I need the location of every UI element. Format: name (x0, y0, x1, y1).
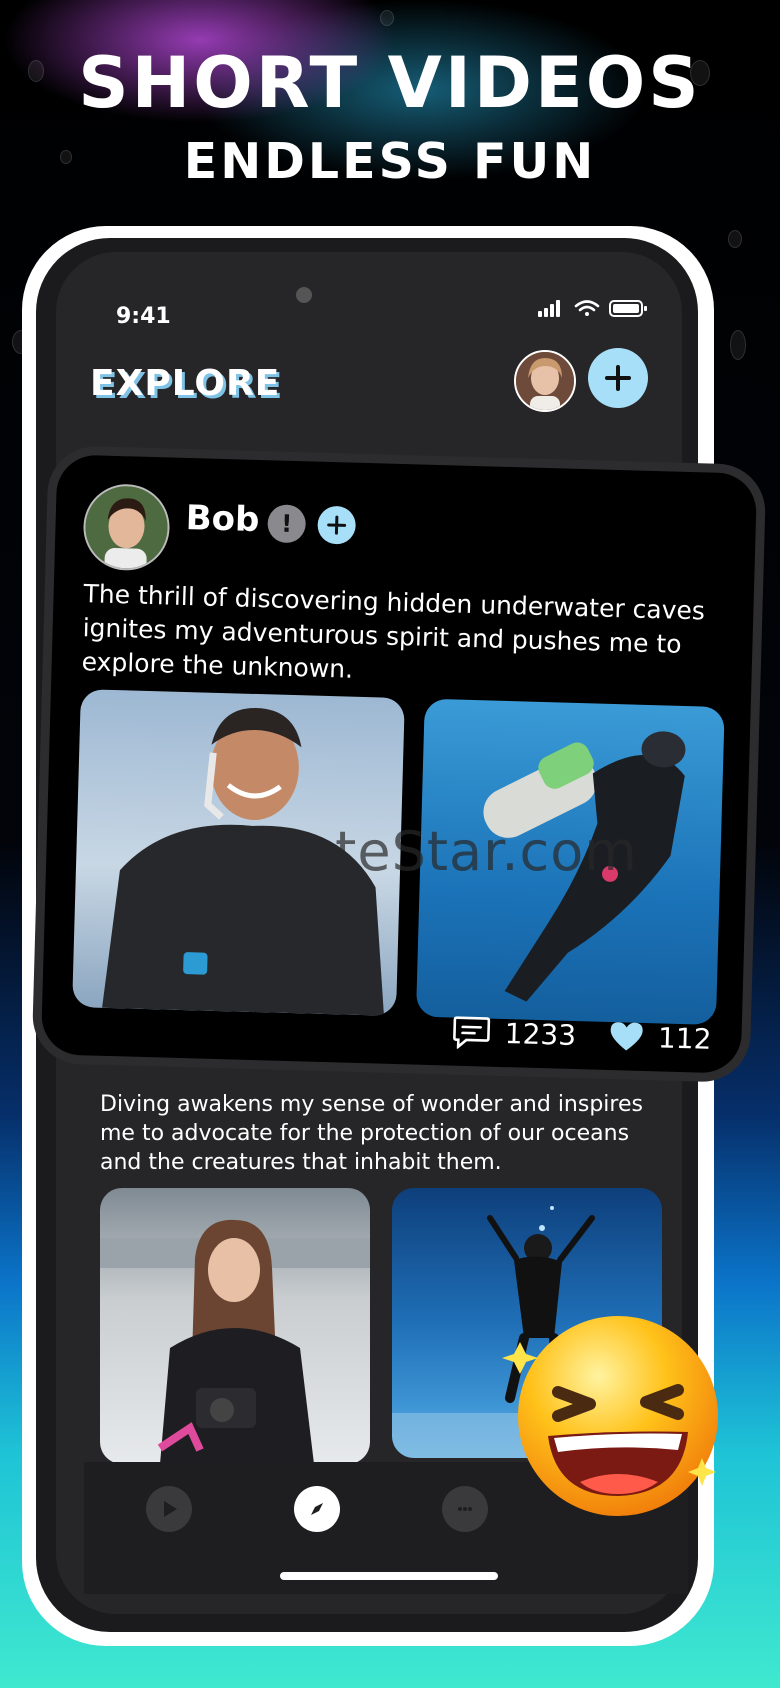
tab-explore[interactable] (294, 1486, 340, 1532)
home-indicator (280, 1572, 498, 1580)
author-name[interactable]: Bob (185, 498, 260, 540)
follow-button[interactable] (317, 505, 357, 545)
diver-woman-image (100, 1219, 370, 1464)
author-avatar-image (84, 485, 169, 572)
tab-videos[interactable] (146, 1486, 192, 1532)
likes-count: 112 (657, 1020, 712, 1056)
compass-icon (311, 1503, 323, 1515)
water-drop (380, 10, 394, 26)
chat-icon (458, 1507, 472, 1511)
status-time: 9:41 (116, 304, 171, 329)
plus-icon (605, 365, 631, 391)
battery-icon (609, 300, 647, 317)
post-text: The thrill of discovering hidden underwa… (81, 579, 706, 684)
wifi-icon (574, 300, 600, 316)
signal-icon (538, 300, 560, 317)
report-icon[interactable]: ! (267, 504, 307, 544)
tab-messages[interactable] (442, 1486, 488, 1532)
page-title: EXPLORE (90, 363, 281, 404)
heart-icon[interactable] (608, 1020, 645, 1053)
play-icon (164, 1501, 177, 1517)
laughing-emoji-sticker (502, 1316, 718, 1516)
create-post-button[interactable] (588, 348, 648, 408)
comments-count: 1233 (504, 1016, 577, 1052)
status-icons (538, 300, 647, 317)
post-photo[interactable] (100, 1188, 370, 1464)
watermark-text: UpdateStar.com (190, 820, 638, 883)
avatar-image (516, 352, 574, 410)
post-stats: 1233 112 (452, 1012, 712, 1059)
water-drop (728, 230, 742, 248)
author-avatar[interactable] (82, 483, 171, 572)
comment-icon[interactable] (452, 1015, 491, 1050)
promo-subheadline: ENDLESS FUN (183, 133, 597, 190)
plus-icon (327, 515, 347, 535)
user-avatar[interactable] (514, 350, 576, 412)
front-camera (296, 287, 312, 303)
promo-headline: SHORT VIDEOS (78, 42, 702, 124)
post-text: Diving awakens my sense of wonder and in… (100, 1092, 643, 1175)
featured-post-card[interactable]: Bob ! The thrill of discovering hidden u… (31, 445, 767, 1083)
water-drop (730, 330, 746, 360)
